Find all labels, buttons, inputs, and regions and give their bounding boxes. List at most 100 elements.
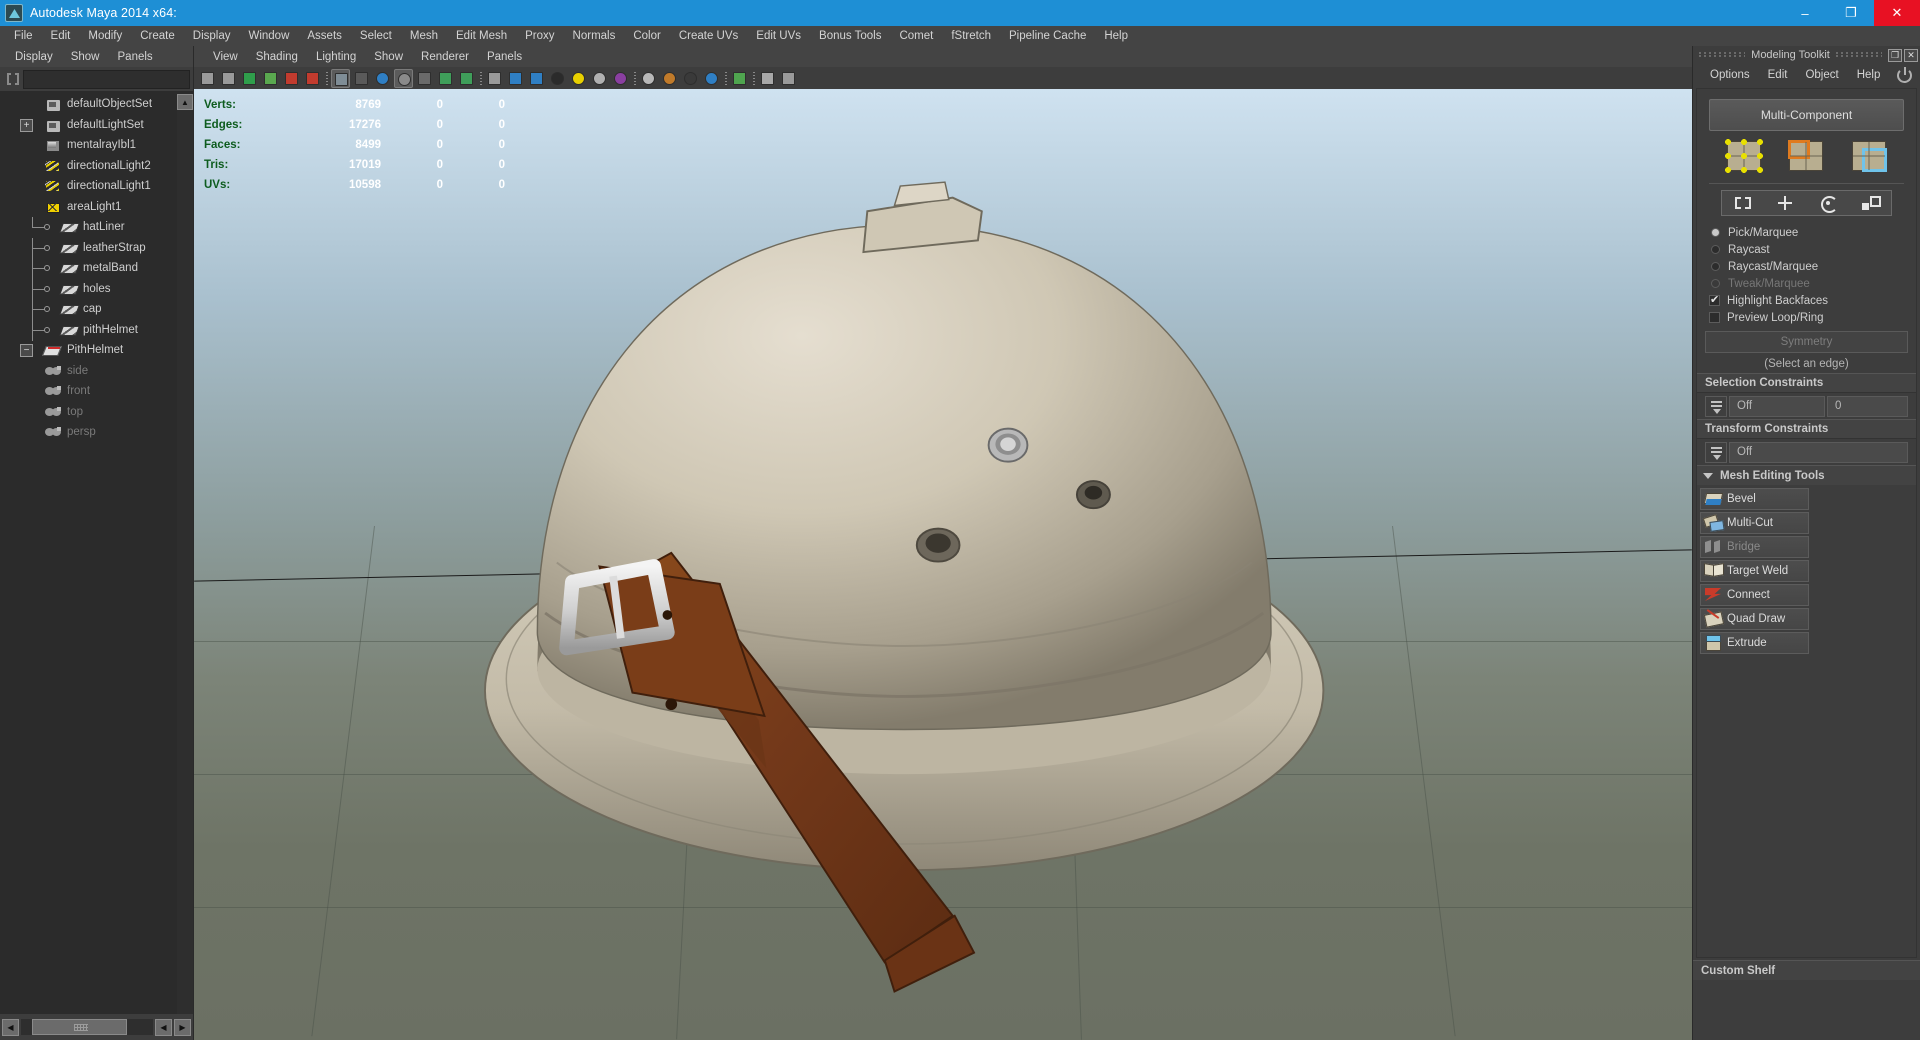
outliner-horizontal-scrollbar[interactable] [21,1019,153,1035]
outliner-node-defaultobjectset[interactable]: defaultObjectSet [0,94,193,115]
tree-node-dot[interactable] [44,285,50,292]
outliner-node-metalband[interactable]: metalBand [0,258,193,279]
multi-component-button[interactable]: Multi-Component [1709,99,1904,131]
selection-mode-raycast[interactable]: Raycast [1697,241,1916,258]
mtk-menu-help[interactable]: Help [1848,69,1890,81]
menu-item-modify[interactable]: Modify [79,26,131,46]
text-icon[interactable] [457,69,476,88]
ao-icon[interactable] [702,69,721,88]
outliner-search-input[interactable] [23,69,190,89]
viewport-menu-renderer[interactable]: Renderer [412,51,478,63]
outliner-node-directionallight1[interactable]: directionalLight1 [0,176,193,197]
quad-draw-button[interactable]: Quad Draw [1700,608,1809,630]
marquee-tool-icon[interactable] [1733,194,1753,212]
mtk-menu-options[interactable]: Options [1701,69,1759,81]
outliner-node-arealight1[interactable]: areaLight1 [0,197,193,218]
smooth-shade-icon[interactable] [394,68,413,88]
filter-icon[interactable] [3,70,23,88]
menu-item-pipeline-cache[interactable]: Pipeline Cache [1000,26,1095,46]
preview-loop-ring-row[interactable]: Preview Loop/Ring [1697,309,1916,326]
viewport-menu-view[interactable]: View [204,51,247,63]
outliner-node-holes[interactable]: holes [0,278,193,300]
custom-shelf-area[interactable] [1693,980,1920,1040]
menu-item-comet[interactable]: Comet [890,26,942,46]
sphere-purple-icon[interactable] [611,69,630,88]
viewport-menu-show[interactable]: Show [365,51,412,63]
tree-node-dot[interactable] [44,306,50,312]
transform-constraint-mode[interactable]: Off [1729,441,1908,463]
outliner-menu-show[interactable]: Show [62,51,109,63]
xray-icon[interactable] [415,69,434,88]
texture-icon[interactable] [436,69,455,88]
smooth-box-icon[interactable] [527,69,546,88]
outliner-node-top[interactable]: top [0,402,193,423]
outliner-node-persp[interactable]: persp [0,422,193,443]
flat-shade-icon[interactable] [506,69,525,88]
constraint-dropdown-icon[interactable] [1705,441,1727,463]
scroll-up-icon[interactable]: ▲ [177,94,193,110]
paint-icon[interactable] [261,69,280,88]
wireframe-box-icon[interactable] [485,69,504,88]
snap-icon[interactable] [282,69,301,88]
menu-item-color[interactable]: Color [624,26,669,46]
bookmark-icon[interactable] [240,69,259,88]
box-icon[interactable] [758,69,777,88]
menu-item-select[interactable]: Select [351,26,401,46]
highlight-backfaces-row[interactable]: Highlight Backfaces [1697,292,1916,309]
tree-node-dot[interactable] [44,224,50,230]
shadow-icon[interactable] [681,69,700,88]
close-panel-icon[interactable]: ✕ [1904,48,1918,62]
grid-icon[interactable] [779,69,798,88]
menu-item-display[interactable]: Display [184,26,240,46]
extrude-button[interactable]: Extrude [1700,632,1809,654]
film-gate-icon[interactable] [352,69,371,88]
scroll-left-icon[interactable]: ◀ [2,1018,19,1036]
tree-node-dot[interactable] [44,265,50,271]
default-light-icon[interactable] [639,69,658,88]
mtk-menu-edit[interactable]: Edit [1759,69,1797,81]
viewport-menu-lighting[interactable]: Lighting [307,51,365,63]
collapse-icon[interactable]: − [20,344,33,357]
shaded-icon[interactable] [373,69,392,88]
rotate-tool-icon[interactable] [1818,194,1838,213]
outliner-vertical-scrollbar[interactable]: ▲ [177,94,193,1014]
mtk-menu-object[interactable]: Object [1796,69,1847,81]
menu-item-normals[interactable]: Normals [564,26,625,46]
minimize-button[interactable]: – [1782,0,1828,26]
move-tool-icon[interactable] [1775,194,1795,212]
edge-component-icon[interactable] [1788,140,1824,171]
custom-shelf-header[interactable]: Custom Shelf [1693,960,1920,980]
selection-mode-pick-marquee[interactable]: Pick/Marquee [1697,224,1916,241]
checker-icon[interactable] [548,69,567,88]
outliner-menu-display[interactable]: Display [6,51,62,63]
symmetry-button[interactable]: Symmetry [1705,331,1908,353]
camera-icon[interactable] [198,69,217,88]
outliner-node-leatherstrap[interactable]: leatherStrap [0,237,193,259]
face-component-icon[interactable] [1851,141,1887,172]
outliner-node-cap[interactable]: cap [0,299,193,320]
viewport-menu-shading[interactable]: Shading [247,51,307,63]
menu-item-file[interactable]: File [5,26,42,46]
camera-attributes-icon[interactable] [219,69,238,88]
menu-item-assets[interactable]: Assets [298,26,351,46]
selection-constraint-value[interactable]: 0 [1827,395,1908,417]
light-bulb-icon[interactable] [569,69,588,88]
menu-item-edit-mesh[interactable]: Edit Mesh [447,26,516,46]
maximize-button[interactable]: ❐ [1828,0,1874,26]
checkbox-icon[interactable] [1709,293,1720,306]
vertex-component-icon[interactable] [1725,139,1764,173]
float-panel-icon[interactable]: ❐ [1888,48,1902,62]
expand-icon[interactable]: + [20,118,33,132]
brush-icon[interactable] [303,69,322,88]
panel-grip-icon[interactable] [1699,52,1746,58]
all-lights-icon[interactable] [660,69,679,88]
checkbox-icon[interactable] [1709,312,1720,323]
menu-item-edit[interactable]: Edit [42,26,80,46]
power-icon[interactable] [1897,66,1912,83]
scroll-left-step-icon[interactable]: ◀ [155,1018,172,1036]
outliner-node-mentalrayibl1[interactable]: mentalrayIbl1 [0,135,193,156]
scale-tool-icon[interactable] [1860,194,1881,212]
menu-item-bonus-tools[interactable]: Bonus Tools [810,26,890,46]
marquee-select-icon[interactable] [730,69,749,88]
scroll-track[interactable] [177,110,193,1014]
